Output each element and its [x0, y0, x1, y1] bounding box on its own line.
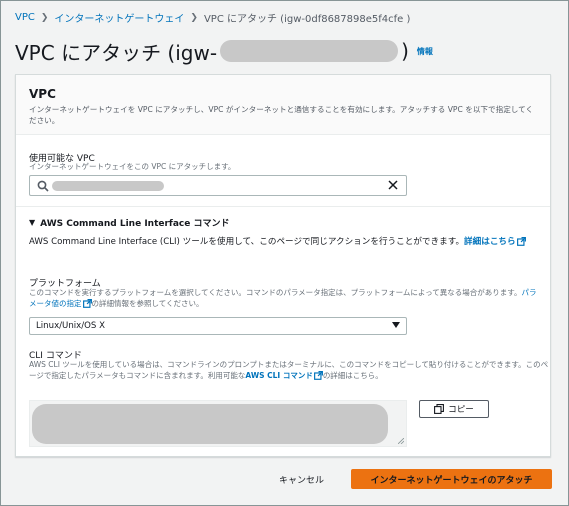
- breadcrumb-internet-gateways[interactable]: インターネットゲートウェイ: [54, 10, 184, 25]
- caret-down-icon: [392, 322, 400, 328]
- external-link-icon: [313, 371, 323, 380]
- panel-header: VPC インターネットゲートウェイを VPC にアタッチし、VPC がインターネ…: [16, 75, 550, 135]
- page-title-suffix: ): [401, 39, 409, 63]
- cli-section-toggle[interactable]: ▼ AWS Command Line Interface コマンド: [29, 216, 230, 229]
- cli-description: AWS Command Line Interface (CLI) ツールを使用し…: [29, 236, 539, 249]
- attach-button-label: インターネットゲートウェイのアタッチ: [370, 475, 533, 486]
- attach-vpc-panel: VPC インターネットゲートウェイを VPC にアタッチし、VPC がインターネ…: [15, 74, 551, 457]
- panel-title: VPC: [29, 87, 56, 101]
- copy-button-label: コピー: [448, 405, 474, 415]
- platform-select[interactable]: Linux/Unix/OS X: [29, 317, 407, 335]
- cli-command-description: AWS CLI ツールを使用している場合は、コマンドラインのプロンプトまたはター…: [29, 360, 549, 381]
- aws-cli-commands-link[interactable]: AWS CLI コマンド: [245, 371, 312, 380]
- platform-description-text: このコマンドを実行するプラットフォームを選択してください。コマンドのパラメータ指…: [29, 288, 522, 297]
- page-title: VPC にアタッチ (igw-: [15, 40, 218, 65]
- redacted-gateway-id: [220, 40, 399, 62]
- caret-down-icon: ▼: [29, 218, 36, 227]
- redacted-vpc-value: [52, 181, 164, 191]
- chevron-right-icon: ❯: [190, 12, 198, 23]
- breadcrumb-vpc[interactable]: VPC: [15, 12, 35, 23]
- platform-description: このコマンドを実行するプラットフォームを選択してください。コマンドのパラメータ指…: [29, 288, 539, 309]
- close-icon[interactable]: [387, 179, 399, 191]
- redacted-cli-command: [32, 404, 388, 444]
- vpc-field-description: インターネットゲートウェイをこの VPC にアタッチします。: [29, 162, 236, 171]
- breadcrumb-current: VPC にアタッチ (igw-0df8687898e5f4cfe ): [203, 14, 411, 25]
- platform-description-suffix: の詳細情報を参照してください。: [91, 298, 204, 308]
- platform-selected-value: Linux/Unix/OS X: [36, 321, 105, 331]
- page-title-row: VPC にアタッチ (igw- ) 情報: [15, 37, 433, 65]
- breadcrumb: VPC ❯ インターネットゲートウェイ ❯ VPC にアタッチ (igw-0df…: [15, 10, 410, 25]
- external-link-icon: [82, 299, 92, 308]
- chevron-right-icon: ❯: [40, 12, 49, 23]
- cli-command-textarea[interactable]: [29, 400, 407, 447]
- attach-internet-gateway-button[interactable]: インターネットゲートウェイのアタッチ: [351, 469, 552, 489]
- panel-description: インターネットゲートウェイを VPC にアタッチし、VPC がインターネットと通…: [29, 105, 534, 125]
- resize-grip-icon[interactable]: [398, 438, 404, 444]
- copy-icon: [434, 404, 445, 414]
- cli-command-description-suffix: の詳細はこちら。: [322, 370, 383, 380]
- section-divider: [16, 206, 550, 207]
- info-link[interactable]: 情報: [417, 46, 433, 57]
- search-icon: [37, 180, 49, 192]
- vpc-search-input[interactable]: [29, 175, 407, 196]
- cancel-button[interactable]: キャンセル: [279, 473, 324, 486]
- copy-button[interactable]: コピー: [419, 400, 489, 418]
- external-link-icon: [516, 237, 526, 246]
- details-link[interactable]: 詳細はこちら: [464, 237, 516, 247]
- cli-description-text: AWS Command Line Interface (CLI) ツールを使用し…: [29, 237, 465, 247]
- cli-section-title: AWS Command Line Interface コマンド: [40, 219, 230, 229]
